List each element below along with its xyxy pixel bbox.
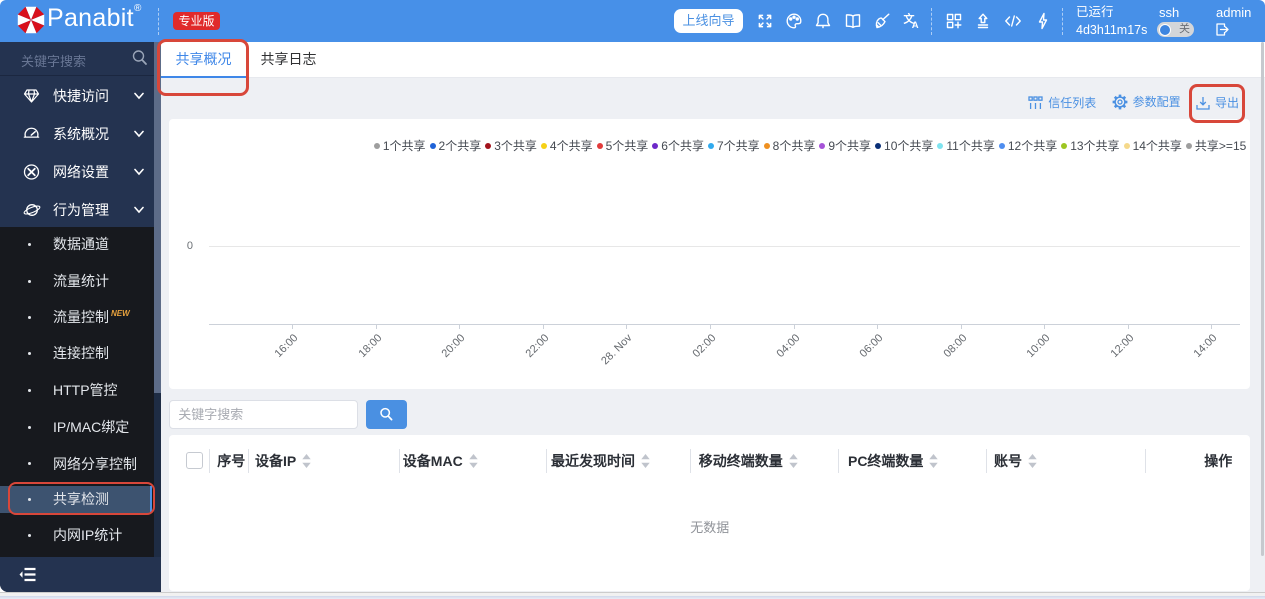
svg-text:A: A bbox=[912, 20, 919, 30]
